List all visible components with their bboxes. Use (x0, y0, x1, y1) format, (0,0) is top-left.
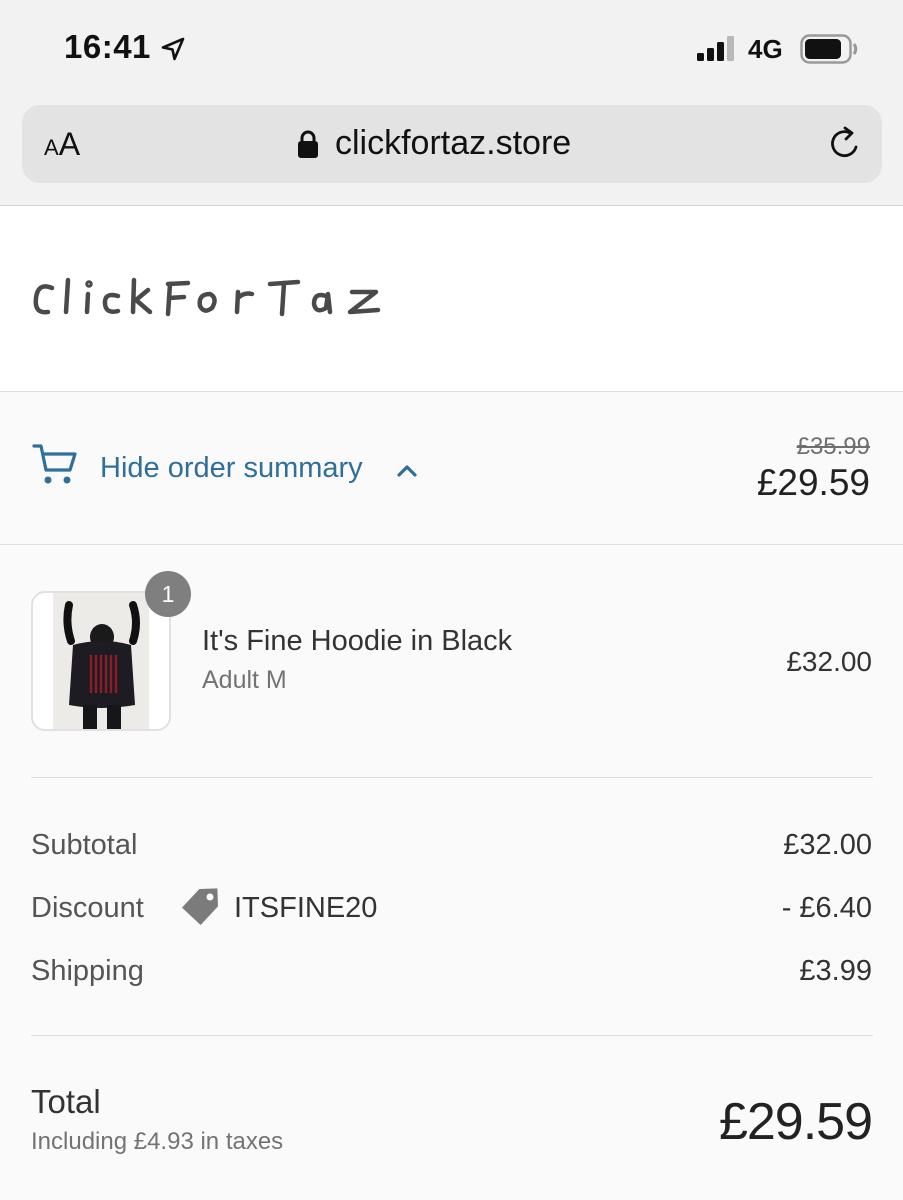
discount-value: - £6.40 (781, 892, 872, 924)
divider (31, 1035, 873, 1036)
browser-chrome: 16:41 4G AA clickfortaz.store (0, 0, 903, 206)
shipping-label: Shipping (31, 955, 144, 987)
taxes-note: Including £4.93 in taxes (31, 1128, 284, 1155)
original-price: £35.99 (796, 433, 870, 460)
reload-icon[interactable] (826, 125, 864, 163)
address-bar[interactable]: AA clickfortaz.store (22, 105, 882, 183)
store-logo[interactable] (30, 264, 460, 334)
shipping-value: £3.99 (799, 955, 872, 987)
signal-icon (697, 36, 734, 61)
total-label: Total (31, 1083, 101, 1120)
total-value: £29.59 (718, 1093, 873, 1151)
text-size-button[interactable]: AA (44, 128, 80, 160)
status-time: 16:41 (64, 28, 151, 65)
summary-total-price: £29.59 (756, 462, 870, 503)
cart-icon[interactable] (32, 442, 78, 486)
lock-icon (298, 130, 318, 158)
product-image (31, 591, 171, 731)
store-header (0, 206, 903, 392)
battery-icon (800, 34, 858, 64)
product-variant: Adult M (202, 666, 287, 694)
product-price: £32.00 (786, 646, 872, 677)
subtotal-label: Subtotal (31, 829, 138, 861)
tag-icon (182, 888, 218, 926)
discount-code: ITSFINE20 (234, 892, 378, 924)
subtotal-value: £32.00 (783, 829, 872, 861)
hide-order-summary-link[interactable]: Hide order summary (100, 452, 363, 485)
chevron-up-icon[interactable] (396, 462, 418, 478)
url-text[interactable]: clickfortaz.store (335, 124, 571, 162)
divider (31, 777, 873, 778)
discount-label: Discount (31, 892, 144, 924)
location-arrow-icon (161, 37, 185, 61)
network-type: 4G (748, 34, 783, 64)
quantity-badge: 1 (145, 571, 191, 617)
product-name: It's Fine Hoodie in Black (202, 625, 513, 657)
